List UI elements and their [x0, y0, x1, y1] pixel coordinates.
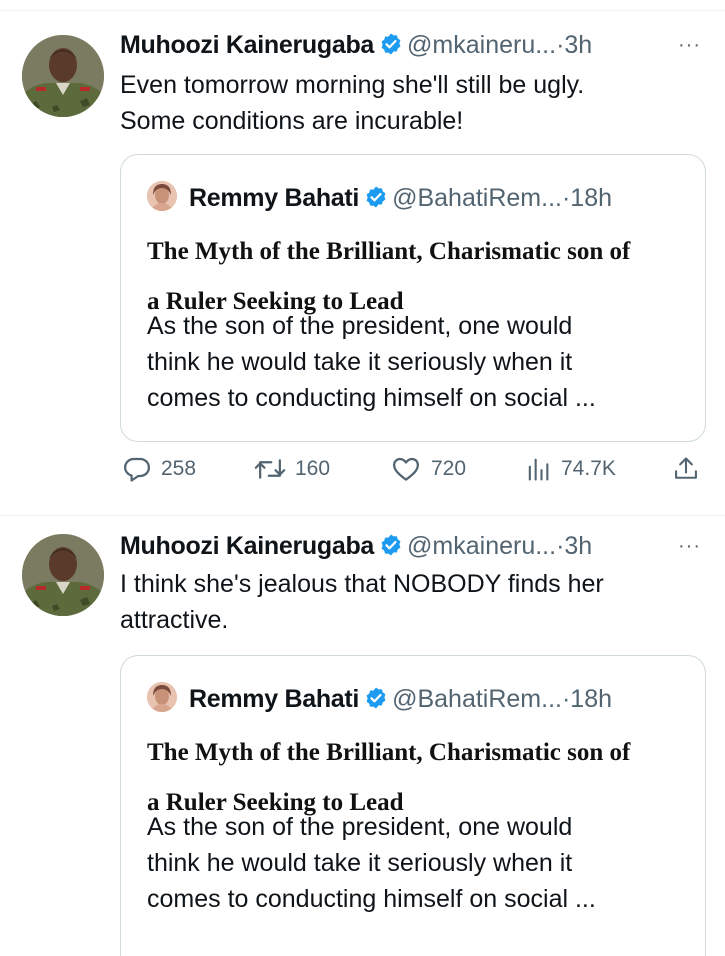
quoted-tweet[interactable]: Remmy Bahati @BahatiRem...·18h The Myth o…: [120, 655, 706, 956]
quoted-text: As the son of the president, one would t…: [147, 809, 685, 917]
verified-badge-icon: [364, 686, 388, 715]
verified-badge-icon: [379, 533, 403, 562]
tweet-header: Muhoozi Kainerugaba @mkaineru...·3h ···: [120, 532, 709, 566]
avatar[interactable]: [22, 534, 104, 616]
quoted-headline-line: The Myth of the Brilliant, Charismatic s…: [147, 238, 631, 265]
tweet-text: Even tomorrow morning she'll still be ug…: [120, 67, 709, 139]
quoted-text-line: As the son of the president, one would: [147, 312, 573, 340]
quoted-text-line: As the son of the president, one would: [147, 813, 573, 841]
more-icon[interactable]: ···: [678, 536, 701, 556]
verified-badge-icon: [364, 185, 388, 214]
reply-count: 258: [161, 457, 197, 480]
tweet[interactable]: Muhoozi Kainerugaba @mkaineru...·3h ··· E…: [0, 11, 725, 516]
quoted-text-line: comes to conducting himself on social ..…: [147, 384, 596, 412]
tweet-header: Muhoozi Kainerugaba @mkaineru...·3h ···: [120, 31, 709, 65]
tweet-text-line: Even tomorrow morning she'll still be ug…: [120, 71, 585, 99]
reply-button[interactable]: 258: [122, 454, 196, 484]
quoted-avatar: [147, 682, 177, 712]
author-handle[interactable]: @mkaineru...: [407, 31, 556, 59]
quoted-author-handle: @BahatiRem...: [392, 184, 562, 212]
timestamp[interactable]: 3h: [564, 31, 592, 59]
share-icon: [675, 457, 697, 479]
quoted-author-name: Remmy Bahati: [189, 184, 360, 212]
quoted-tweet-header: Remmy Bahati @BahatiRem...·18h: [147, 181, 685, 215]
quoted-text-line: think he would take it seriously when it: [147, 849, 573, 877]
timestamp[interactable]: 3h: [564, 532, 592, 560]
retweet-button[interactable]: 160: [254, 454, 330, 484]
like-icon: [393, 457, 419, 481]
quoted-text: As the son of the president, one would t…: [147, 308, 685, 416]
author-name[interactable]: Muhoozi Kainerugaba: [120, 532, 374, 560]
tweet-text-line: I think she's jealous that NOBODY finds …: [120, 570, 604, 598]
quoted-tweet-header: Remmy Bahati @BahatiRem...·18h: [147, 682, 685, 716]
tweet[interactable]: Muhoozi Kainerugaba @mkaineru...·3h ··· I…: [0, 516, 725, 956]
more-icon[interactable]: ···: [678, 35, 701, 55]
author-handle[interactable]: @mkaineru...: [407, 532, 556, 560]
quoted-text-line: think he would take it seriously when it: [147, 348, 573, 376]
retweet-icon: [254, 459, 286, 479]
quoted-timestamp: 18h: [570, 685, 613, 713]
views-button[interactable]: 74.7K: [524, 454, 616, 484]
author-name[interactable]: Muhoozi Kainerugaba: [120, 31, 374, 59]
views-count: 74.7K: [561, 457, 616, 480]
quoted-text-line: comes to conducting himself on social ..…: [147, 885, 596, 913]
views-icon: [528, 458, 549, 481]
like-button[interactable]: 720: [390, 454, 466, 484]
quoted-tweet[interactable]: Remmy Bahati @BahatiRem...·18h The Myth o…: [120, 154, 706, 442]
tweet-text-line: Some conditions are incurable!: [120, 107, 464, 135]
quoted-author-name: Remmy Bahati: [189, 685, 360, 713]
reply-icon: [124, 457, 150, 482]
action-bar: 258 160 720 74.7K: [120, 454, 703, 488]
share-button[interactable]: [672, 454, 700, 484]
retweet-count: 160: [295, 457, 331, 480]
quoted-headline-line: The Myth of the Brilliant, Charismatic s…: [147, 739, 631, 766]
quoted-author-handle: @BahatiRem...: [392, 685, 562, 713]
avatar[interactable]: [22, 35, 104, 117]
tweet-text: I think she's jealous that NOBODY finds …: [120, 566, 709, 638]
quoted-avatar: [147, 181, 177, 211]
verified-badge-icon: [379, 32, 403, 61]
like-count: 720: [431, 457, 467, 480]
quoted-timestamp: 18h: [570, 184, 613, 212]
tweet-text-line: attractive.: [120, 606, 229, 634]
